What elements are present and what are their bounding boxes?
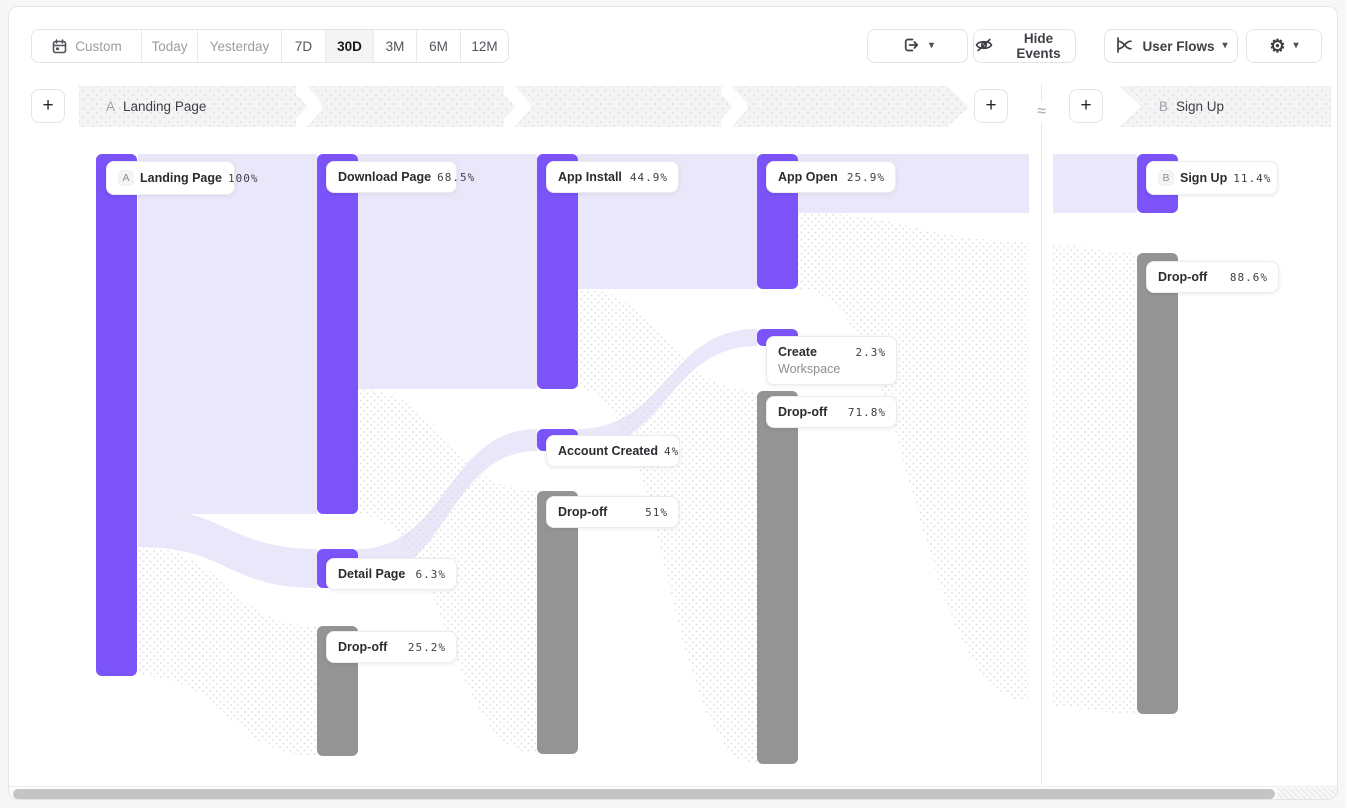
flow-node-card-dropoff3[interactable]: Drop-off 51% (546, 496, 679, 528)
flow-node-card-createws[interactable]: Create 2.3% Workspace (766, 336, 897, 385)
date-range-yesterday[interactable]: Yesterday (198, 30, 282, 62)
scrollbar-thumb[interactable] (13, 789, 1275, 799)
date-range-label: 3M (386, 39, 405, 54)
node-percentage: 2.3% (856, 346, 887, 359)
date-range-12m[interactable]: 12M (461, 30, 508, 62)
node-title: Account Created (558, 444, 658, 458)
flow-node-card-download[interactable]: Download Page68.5% (326, 161, 457, 193)
flows-chart-icon (1114, 35, 1134, 58)
flow-node-card-detail[interactable]: Detail Page 6.3% (326, 558, 457, 590)
user-flows-caret-icon: ▾ (1223, 41, 1228, 51)
date-range-label: 7D (295, 39, 312, 54)
node-badge: A (118, 170, 134, 186)
node-percentage: 68.5% (437, 171, 475, 184)
date-range-30d[interactable]: 30D (326, 30, 374, 62)
node-percentage: 11.4% (1233, 172, 1271, 185)
flow-node-bar-dropoff3[interactable] (537, 491, 578, 754)
date-range-6m[interactable]: 6M (417, 30, 461, 62)
section-b-badge: B (1159, 99, 1168, 114)
date-range-7d[interactable]: 7D (282, 30, 326, 62)
node-title: Detail Page (338, 567, 405, 581)
calendar-icon (51, 38, 68, 55)
flow-link-appopen-dropoff5 (797, 213, 1029, 701)
flow-link-landing-download (138, 154, 317, 514)
node-title: Landing Page (140, 171, 222, 185)
date-range-today[interactable]: Today (142, 30, 198, 62)
node-subtitle: Workspace (778, 362, 886, 376)
step-path-section-a[interactable]: A Landing Page (79, 86, 969, 127)
node-title: Create (778, 345, 817, 359)
node-percentage: 100% (228, 172, 259, 185)
node-percentage: 4% (664, 445, 679, 458)
flow-node-card-account[interactable]: Account Created 4% (546, 435, 680, 467)
section-link-symbol: ≈ (1033, 102, 1050, 122)
node-title: Drop-off (558, 505, 607, 519)
flow-node-bar-dropoff5[interactable] (1137, 253, 1178, 714)
flow-link-appopen-signup (1053, 154, 1137, 213)
date-range-3m[interactable]: 3M (374, 30, 417, 62)
node-title: Drop-off (338, 640, 387, 654)
date-range-label: Yesterday (210, 39, 270, 54)
flow-node-bar-dropoff4[interactable] (757, 391, 798, 764)
settings-caret-icon: ▾ (1294, 41, 1299, 51)
date-range-label: Today (151, 39, 187, 54)
date-range-label: 6M (429, 39, 448, 54)
hide-events-button[interactable]: Hide Events (973, 29, 1076, 63)
gear-icon: ⚙ (1269, 37, 1285, 55)
node-percentage: 51% (645, 506, 668, 519)
step-chevron-separator (296, 86, 322, 127)
export-icon (901, 35, 921, 58)
section-b-label: Sign Up (1176, 99, 1224, 114)
node-percentage: 44.9% (630, 171, 668, 184)
node-title: Sign Up (1180, 171, 1227, 185)
hide-events-label: Hide Events (1002, 31, 1075, 61)
node-percentage: 6.3% (416, 568, 447, 581)
date-range-label: 30D (337, 39, 362, 54)
date-range-group: Custom Today Yesterday 7D 30D 3M 6M 12M (31, 29, 509, 63)
date-range-label: Custom (75, 39, 122, 54)
node-title: App Open (778, 170, 838, 184)
export-caret-icon: ▾ (929, 41, 934, 51)
node-title: Download Page (338, 170, 431, 184)
scrollbar-corner (1277, 788, 1337, 800)
section-a-label: Landing Page (123, 99, 206, 114)
node-percentage: 71.8% (848, 406, 886, 419)
flow-link-appopen-dropoff5 (1053, 245, 1137, 714)
flow-node-card-appinstall[interactable]: App Install 44.9% (546, 161, 679, 193)
date-range-label: 12M (471, 39, 497, 54)
node-percentage: 88.6% (1230, 271, 1268, 284)
horizontal-scrollbar[interactable] (9, 786, 1337, 799)
date-range-custom[interactable]: Custom (32, 30, 142, 62)
user-flows-label: User Flows (1142, 39, 1214, 54)
eye-off-icon (974, 35, 994, 58)
step-chevron-separator (504, 86, 530, 127)
add-step-button-left[interactable]: + (31, 89, 65, 123)
add-step-button-section-b[interactable]: + (1069, 89, 1103, 123)
node-badge: B (1158, 170, 1174, 186)
node-title: Drop-off (1158, 270, 1207, 284)
node-title: App Install (558, 170, 622, 184)
flow-node-bar-landing[interactable] (96, 154, 137, 676)
flow-node-bar-download[interactable] (317, 154, 358, 514)
flow-node-card-dropoff2[interactable]: Drop-off 25.2% (326, 631, 457, 663)
node-title: Drop-off (778, 405, 827, 419)
add-step-button-section-a[interactable]: + (974, 89, 1008, 123)
section-a-badge: A (106, 99, 115, 114)
step-chevron-separator (721, 86, 747, 127)
user-flows-selector-button[interactable]: User Flows ▾ (1104, 29, 1238, 63)
node-percentage: 25.9% (847, 171, 885, 184)
flow-node-card-signup[interactable]: B Sign Up 11.4% (1146, 161, 1278, 195)
flow-node-card-landing[interactable]: ALanding Page100% (106, 161, 235, 195)
app-window: Custom Today Yesterday 7D 30D 3M 6M 12M ▾ Hide … (8, 6, 1338, 800)
flow-node-card-dropoff5[interactable]: Drop-off 88.6% (1146, 261, 1279, 293)
flow-node-card-appopen[interactable]: App Open 25.9% (766, 161, 896, 193)
node-percentage: 25.2% (408, 641, 446, 654)
flow-node-card-dropoff4[interactable]: Drop-off 71.8% (766, 396, 897, 428)
export-button[interactable]: ▾ (867, 29, 968, 63)
toolbar: Custom Today Yesterday 7D 30D 3M 6M 12M ▾ Hide … (9, 7, 1337, 79)
step-path-section-b[interactable]: B Sign Up (1119, 86, 1331, 127)
settings-button[interactable]: ⚙ ▾ (1246, 29, 1322, 63)
